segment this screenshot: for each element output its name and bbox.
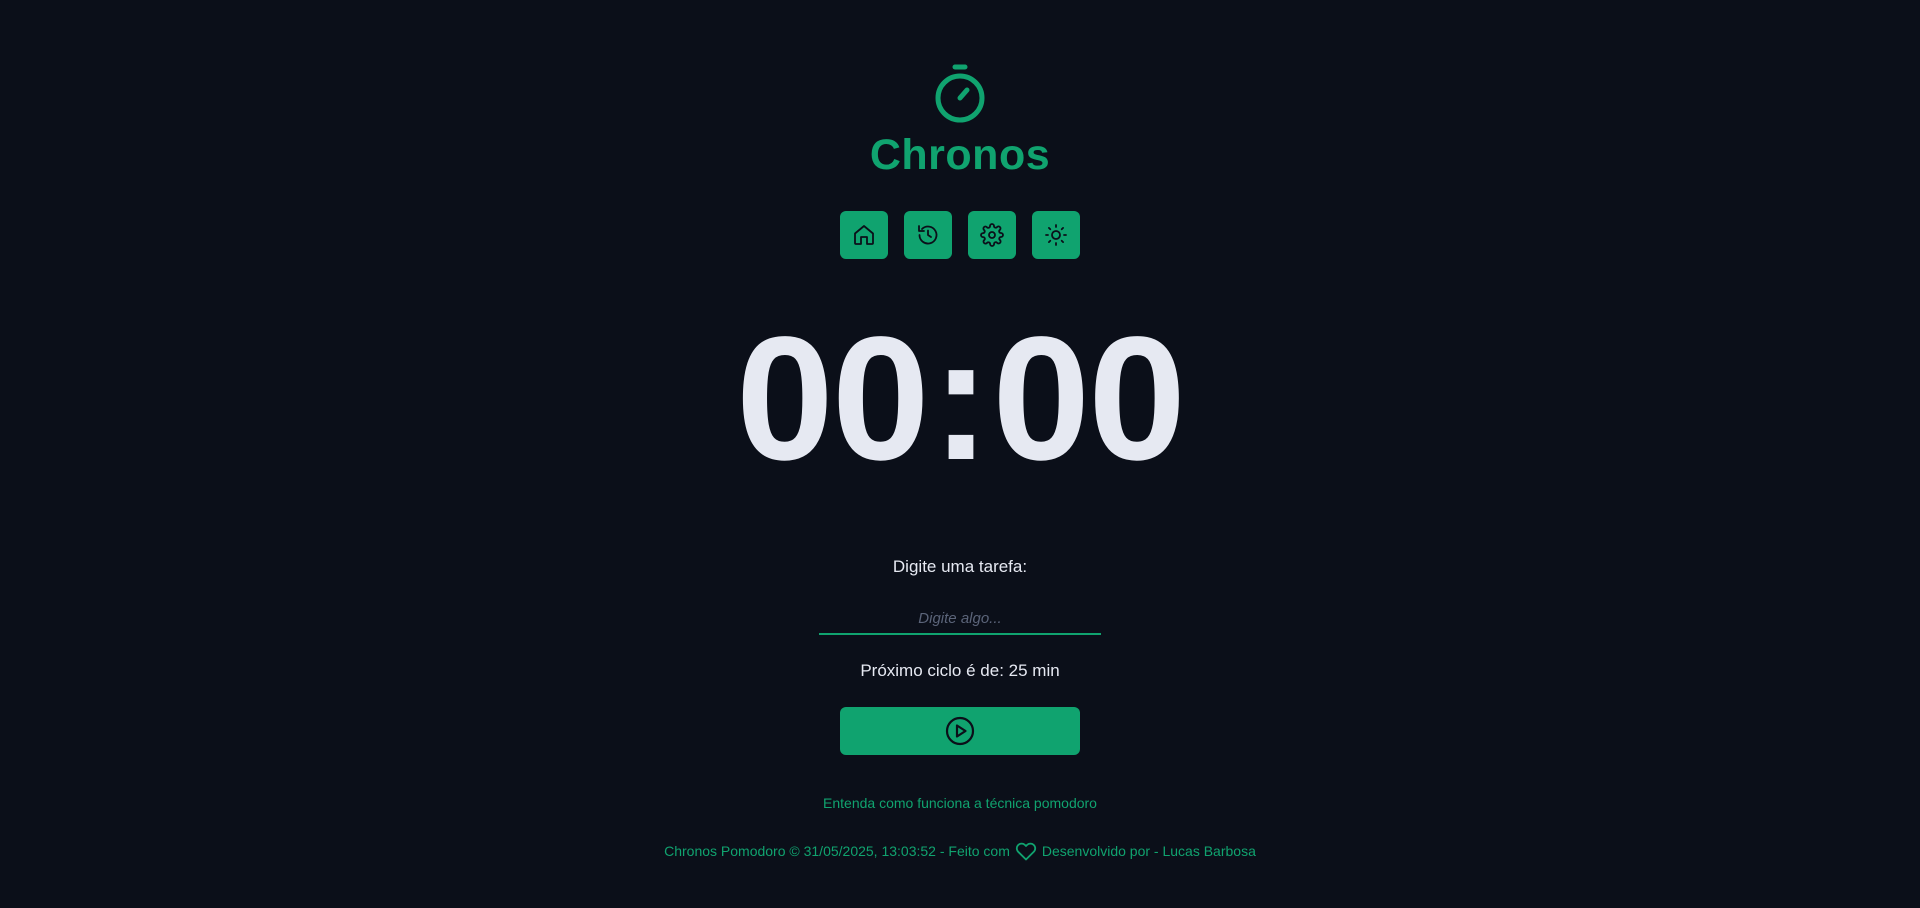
timer-separator: : xyxy=(931,301,991,498)
main-menu xyxy=(840,211,1080,260)
timer-seconds: 00 xyxy=(992,301,1186,498)
next-cycle-info: Próximo ciclo é de: 25 min xyxy=(860,661,1060,681)
pomodoro-technique-link[interactable]: Entenda como funciona a técnica pomodoro xyxy=(823,795,1097,811)
settings-button[interactable] xyxy=(968,211,1016,260)
home-icon xyxy=(854,225,874,246)
page: Chronos 00: 00 Digite uma tarefa: Digit… xyxy=(0,0,1920,908)
theme-toggle-button[interactable] xyxy=(1032,211,1080,260)
home-button[interactable] xyxy=(840,211,888,260)
footer-suffix: Desenvolvido por - Lucas Barbosa xyxy=(1041,843,1256,860)
heart-icon xyxy=(1015,843,1036,861)
footer-prefix: Chronos Pomodoro © 31/05/2025, 13:03:52 … xyxy=(664,843,1010,860)
gear-icon xyxy=(980,223,1004,248)
countdown-timer: 00 : 00 xyxy=(735,301,1186,498)
sun-icon xyxy=(1045,224,1067,247)
history-icon xyxy=(918,225,938,245)
logo[interactable]: Chronos xyxy=(870,62,1050,179)
history-button[interactable] xyxy=(904,211,952,260)
timer-minutes: 00 xyxy=(735,301,930,498)
task-input[interactable] xyxy=(819,603,1101,636)
play-circle-icon xyxy=(945,717,975,746)
start-button[interactable] xyxy=(840,707,1080,756)
footer: Chronos Pomodoro © 31/05/2025, 13:03:52 … xyxy=(664,839,1256,863)
app-title: Chronos xyxy=(869,131,1051,179)
stopwatch-icon xyxy=(935,64,985,123)
task-label: Digite uma tarefa: xyxy=(892,557,1028,577)
